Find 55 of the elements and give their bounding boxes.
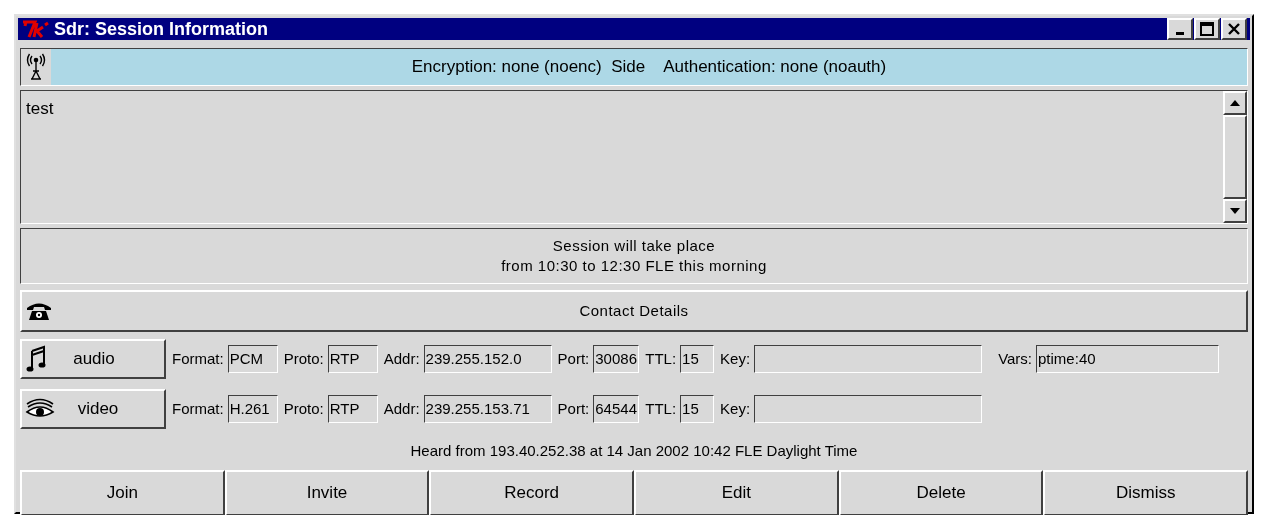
action-button[interactable]: Dismiss [1043,470,1249,515]
action-button[interactable]: Record [429,470,634,515]
maximize-icon [1200,22,1214,36]
input-field[interactable]: 239.255.153.71 [423,395,552,423]
telephone-icon [26,301,52,321]
scroll-down-icon [1230,208,1240,214]
field-label: Format: [172,348,224,369]
field-label: TTL: [645,398,677,419]
window-title: Sdr: Session Information [54,20,269,38]
antenna-icon [26,53,46,81]
field-label: Key: [720,398,751,419]
input-field[interactable] [754,345,983,373]
field-label: Port: [557,398,590,419]
action-button[interactable]: Delete [838,470,1044,515]
tk-logo-icon [21,19,51,39]
close-icon [1227,22,1241,36]
maximize-button[interactable] [1194,18,1220,40]
input-field[interactable]: RTP [327,345,378,373]
minimize-button[interactable] [1167,18,1193,40]
field-label: Port: [557,348,590,369]
schedule-text: from 10:30 to 12:30 FLE this morning [501,256,767,276]
input-field[interactable]: PCM [227,345,278,373]
input-field[interactable]: RTP [327,395,378,423]
minimize-icon [1176,31,1184,35]
field-label: Proto: [283,348,324,369]
input-field[interactable]: 64544 [593,395,640,423]
input-field[interactable] [754,395,983,423]
close-button[interactable] [1221,18,1247,40]
input-field[interactable]: H.261 [227,395,278,423]
field-label: TTL: [645,348,677,369]
action-button[interactable]: Edit [634,470,839,515]
scroll-up-icon [1230,100,1240,106]
eye-icon [25,398,55,420]
field-label: Format: [172,398,224,419]
music-note-icon [25,345,47,373]
input-field[interactable]: 15 [680,395,715,423]
field-label: Proto: [283,398,324,419]
scrollbar[interactable] [1223,91,1247,223]
media-button[interactable]: audio [20,339,166,379]
media-button[interactable]: video [20,389,166,429]
action-button[interactable]: Join [20,470,225,515]
schedule-text: Session will take place [552,236,716,256]
description-text: test [26,99,54,118]
field-label: Addr: [383,398,420,419]
input-field[interactable]: 15 [680,345,715,373]
field-label: Vars: [998,348,1033,369]
field-label: Key: [720,348,751,369]
input-field[interactable]: ptime:40 [1036,345,1220,373]
contact-details-button[interactable]: Contact Details [20,290,1248,332]
security-text: Encryption: none (noenc) Side Authentication: none (noauth) [411,56,887,79]
input-field[interactable]: 239.255.152.0 [423,345,552,373]
action-button[interactable]: Invite [224,470,430,515]
heard-from-text: Heard from 193.40.252.38 at 14 Jan 2002 10:42 FLE Daylight Time [410,440,858,461]
field-label: Addr: [383,348,420,369]
input-field[interactable]: 30086 [593,345,640,373]
